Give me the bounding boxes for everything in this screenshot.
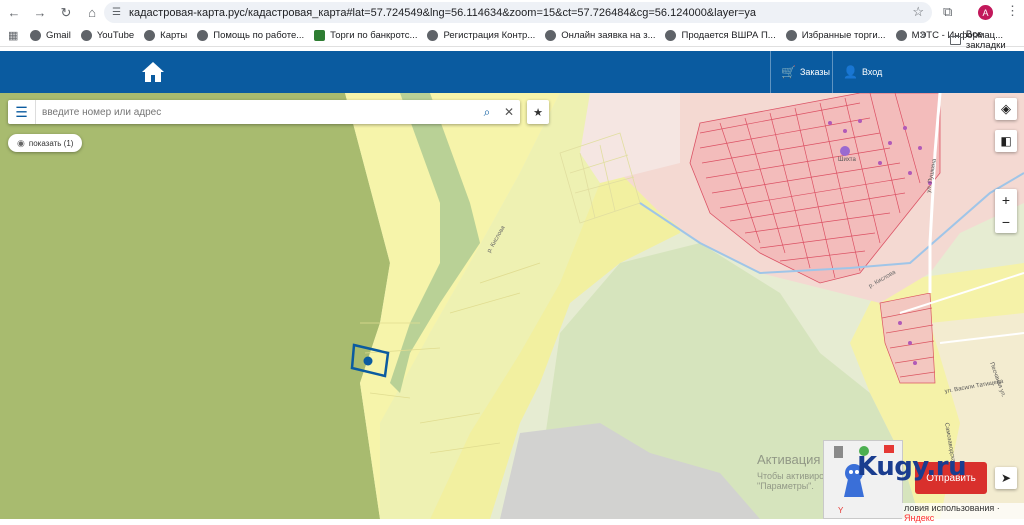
- apps-grid-icon[interactable]: ▦: [8, 29, 22, 42]
- zoom-out-button[interactable]: −: [1002, 211, 1010, 233]
- zoom-in-button[interactable]: +: [1002, 189, 1010, 211]
- kugy-watermark-logo: Kugy.ru: [857, 452, 967, 482]
- site-header: 🛒 Заказы 👤 Вход: [0, 51, 1024, 93]
- bookmark-label: YouTube: [96, 30, 135, 41]
- bookmark-for-sale[interactable]: Продается ВШРА П...: [665, 30, 776, 41]
- show-button-label: показать (1): [28, 138, 74, 148]
- bookmark-label: Онлайн заявка на з...: [561, 30, 656, 41]
- site-info-icon[interactable]: ☰: [112, 7, 121, 18]
- activation-line1: Чтобы активиров: [757, 471, 829, 481]
- user-icon: 👤: [843, 65, 858, 79]
- forest-area: [0, 93, 390, 519]
- favorites-star-icon[interactable]: ★: [527, 100, 549, 124]
- globe-icon: [197, 30, 209, 41]
- bookmark-bankruptcy[interactable]: Торги по банкротс...: [314, 30, 417, 41]
- extensions-icon[interactable]: ⧉: [943, 4, 952, 20]
- forward-icon[interactable]: →: [28, 1, 52, 25]
- menu-icon[interactable]: ☰: [8, 100, 36, 124]
- globe-icon: [665, 30, 677, 41]
- bookmark-help[interactable]: Помощь по работе...: [197, 30, 304, 41]
- terms-link[interactable]: ловия использования: [904, 503, 994, 513]
- folder-icon: [950, 35, 961, 45]
- layers-icon[interactable]: ◈: [995, 98, 1017, 120]
- auction-icon: [314, 30, 326, 41]
- globe-icon: [80, 30, 92, 41]
- bookmark-gmail[interactable]: Gmail: [30, 30, 71, 41]
- bookmarks-bar: ▦ Gmail YouTube Карты Помощь по работе..…: [0, 25, 1024, 51]
- all-bookmarks-label: Все закладки: [965, 29, 1006, 51]
- parcel-marker[interactable]: [363, 356, 373, 366]
- globe-icon: [545, 30, 557, 41]
- locate-icon[interactable]: ➤: [995, 467, 1017, 489]
- bookmark-label: Помощь по работе...: [213, 30, 305, 41]
- bookmark-favorite-auctions[interactable]: Избранные торги...: [785, 30, 886, 41]
- globe-icon: [785, 30, 797, 41]
- globe-icon: [144, 30, 156, 41]
- bookmark-label: Gmail: [46, 30, 71, 41]
- ruler-icon[interactable]: ◧: [995, 130, 1017, 152]
- back-icon[interactable]: ←: [2, 1, 26, 25]
- login-button[interactable]: 👤 Вход: [832, 51, 892, 93]
- bookmarks-overflow-icon[interactable]: »: [920, 29, 926, 41]
- eye-icon: ◉: [17, 137, 25, 148]
- bookmark-label: Регистрация Контр...: [443, 30, 536, 41]
- bookmark-label: Продается ВШРА П...: [681, 30, 776, 41]
- zoom-control: + −: [995, 189, 1017, 233]
- home-icon[interactable]: ⌂: [80, 1, 104, 25]
- all-bookmarks-button[interactable]: Все закладки: [950, 29, 1024, 51]
- bookmark-label: Карты: [160, 30, 188, 41]
- profile-avatar[interactable]: A: [978, 5, 993, 20]
- bookmark-label: Торги по банкротс...: [330, 30, 418, 41]
- login-label: Вход: [861, 67, 883, 77]
- search-input[interactable]: [36, 101, 476, 123]
- globe-icon: [895, 30, 907, 41]
- orders-button[interactable]: 🛒 Заказы: [770, 51, 840, 93]
- home-icon[interactable]: [141, 61, 165, 83]
- yandex-logo[interactable]: Яндекс: [904, 513, 934, 523]
- bookmark-star-icon[interactable]: ☆: [912, 4, 924, 20]
- url-text[interactable]: кадастровая-карта.рус/кадастровая_карта#…: [129, 7, 756, 19]
- svg-text:Шихта: Шихта: [838, 157, 856, 163]
- address-bar[interactable]: ☰ кадастровая-карта.рус/кадастровая_карт…: [104, 2, 932, 23]
- activation-line2: "Параметры".: [757, 481, 814, 491]
- bookmark-youtube[interactable]: YouTube: [80, 30, 135, 41]
- bookmark-label: Избранные торги...: [801, 30, 886, 41]
- bookmark-online-request[interactable]: Онлайн заявка на з...: [545, 30, 655, 41]
- globe-icon: [30, 30, 41, 41]
- search-bar: ☰ ⌕ ✕: [8, 100, 520, 124]
- show-parcels-button[interactable]: ◉ показать (1): [8, 134, 83, 152]
- reload-icon[interactable]: ↻: [54, 1, 78, 25]
- bookmark-maps[interactable]: Карты: [144, 30, 187, 41]
- search-icon[interactable]: ⌕: [476, 101, 498, 123]
- orders-label: Заказы: [799, 67, 831, 77]
- globe-icon: [427, 30, 439, 41]
- cart-icon: 🛒: [781, 65, 796, 79]
- bookmark-registration[interactable]: Регистрация Контр...: [427, 30, 535, 41]
- clear-icon[interactable]: ✕: [498, 101, 520, 123]
- map-attribution[interactable]: ловия использования · Яндекс: [902, 503, 1024, 523]
- menu-dots-icon[interactable]: ⋮: [1006, 3, 1019, 19]
- windows-activation-watermark: Активация Чтобы активиров "Параметры".: [757, 452, 829, 491]
- svg-text:Y: Y: [838, 506, 844, 515]
- activation-title: Активация: [757, 452, 821, 467]
